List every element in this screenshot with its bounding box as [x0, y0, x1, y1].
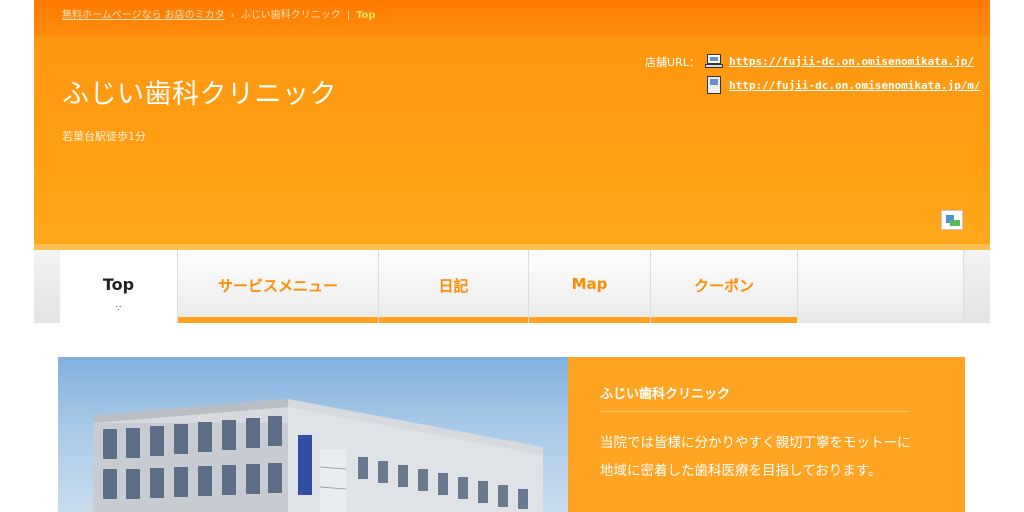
computer-icon [705, 54, 723, 68]
mobile-url-row: http://fujii-dc.on.omisenomikata.jp/m/ [705, 76, 981, 94]
active-marker: ∵ [115, 304, 122, 313]
pc-url-link[interactable]: https://fujii-dc.on.omisenomikata.jp/ [729, 55, 974, 68]
nav-tab-underline [529, 317, 650, 323]
breadcrumb-current: Top [356, 10, 376, 21]
breadcrumb-shop: ふじい歯科クリニック [240, 10, 341, 21]
nav-tab-label: クーポン [693, 277, 754, 295]
nav-tab-underline [178, 317, 378, 323]
breadcrumb-separator: › [230, 10, 235, 21]
intro-divider [600, 411, 909, 412]
shop-name-title: ふじい歯科クリニック [62, 79, 337, 110]
nav-tab-label: Top [102, 275, 135, 294]
nav-tab-label: 日記 [438, 277, 469, 295]
building-illustration [93, 399, 543, 512]
nav-tab-top[interactable]: Top ∵ [60, 250, 178, 323]
broken-image-icon[interactable] [941, 210, 963, 230]
mobile-url-link[interactable]: http://fujii-dc.on.omisenomikata.jp/m/ [729, 79, 981, 92]
nav-tab-label: サービスメニュー [217, 277, 338, 295]
clinic-intro-panel: ふじい歯科クリニック 当院では皆様に分かりやすく親切丁寧をモットーに地域に密着し… [568, 357, 965, 512]
intro-title: ふじい歯科クリニック [600, 387, 731, 402]
nav-tab-coupon[interactable]: クーポン [651, 250, 798, 323]
shop-tagline: 若葉台駅徒歩1分 [62, 130, 146, 143]
pc-url-row: https://fujii-dc.on.omisenomikata.jp/ [705, 52, 974, 70]
nav-tab-diary[interactable]: 日記 [379, 250, 529, 323]
mobile-phone-icon [707, 76, 721, 94]
nav-tab-service-menu[interactable]: サービスメニュー [178, 250, 379, 323]
clinic-building-photo [58, 357, 568, 512]
breadcrumb-home-link[interactable]: 無料ホームページなら お店のミカタ [62, 10, 225, 21]
nav-tab-map[interactable]: Map [529, 250, 651, 323]
nav-tab-underline [379, 317, 528, 323]
nav-tab-label: Map [571, 275, 608, 293]
breadcrumb-separator: | [346, 10, 351, 21]
shop-url-label: 店舗URL： [645, 56, 700, 69]
intro-text: 当院では皆様に分かりやすく親切丁寧をモットーに地域に密着した歯科医療を目指してお… [600, 435, 911, 479]
nav-tab-underline [651, 317, 797, 323]
nav-tab-empty [798, 250, 964, 323]
breadcrumb: 無料ホームページなら お店のミカタ › ふじい歯科クリニック | Top [62, 0, 376, 32]
